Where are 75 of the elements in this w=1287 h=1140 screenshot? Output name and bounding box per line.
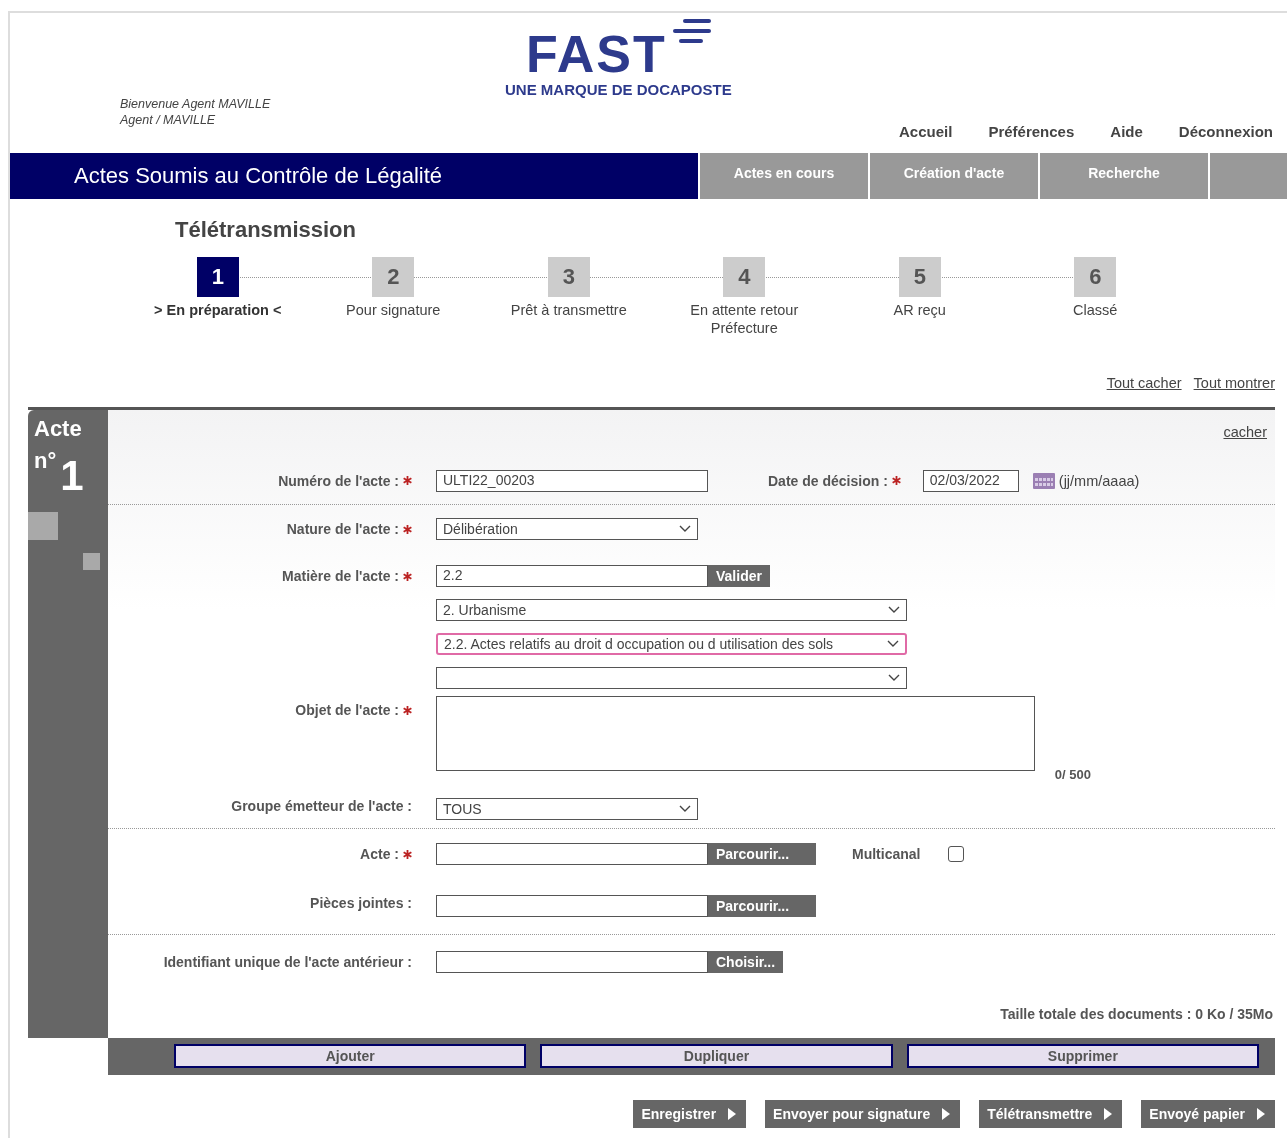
acte-number: 1 bbox=[60, 454, 84, 498]
nav-link[interactable]: Accueil bbox=[899, 123, 953, 140]
chevron-down-icon bbox=[888, 606, 900, 614]
step-label: En attente retour Préfecture bbox=[689, 301, 800, 337]
logo-tagline: UNE MARQUE DE DOCAPOSTE bbox=[505, 81, 732, 98]
chevron-down-icon bbox=[679, 525, 691, 533]
acte-heading: Acte bbox=[34, 416, 83, 442]
welcome-text: Agent / MAVILLE bbox=[120, 112, 217, 128]
dropdown[interactable]: Délibération bbox=[436, 518, 698, 540]
acte-number-prefix: n° bbox=[34, 448, 57, 474]
browse-button[interactable]: Choisir... bbox=[708, 951, 784, 973]
file-field[interactable] bbox=[436, 843, 708, 865]
footer-button[interactable]: Envoyé papier bbox=[1141, 1100, 1275, 1128]
field-label: Date de décision : bbox=[768, 472, 888, 489]
action-button[interactable]: Dupliquer bbox=[540, 1044, 893, 1068]
browse-button[interactable]: Parcourir... bbox=[708, 843, 816, 865]
chevron-down-icon bbox=[679, 805, 691, 813]
step-number: 5 bbox=[898, 257, 941, 297]
browse-button[interactable]: Parcourir... bbox=[708, 895, 816, 917]
character-counter: 0/ 500 bbox=[1054, 767, 1091, 782]
step-label: Pour signature bbox=[345, 301, 442, 319]
dropdown[interactable]: TOUS bbox=[436, 798, 698, 820]
toggle-link[interactable]: Tout cacher bbox=[1106, 375, 1182, 407]
footer-button[interactable]: Enregistrer bbox=[633, 1100, 747, 1128]
step-number: 3 bbox=[547, 257, 590, 297]
section-title: Télétransmission bbox=[175, 217, 356, 242]
chevron-down-icon bbox=[888, 674, 900, 682]
dropdown[interactable] bbox=[436, 667, 907, 689]
step-number: 6 bbox=[1074, 257, 1117, 297]
file-field[interactable] bbox=[436, 951, 708, 973]
dropdown[interactable]: 2.2. Actes relatifs au droit d occupation ou d utilisation des sols bbox=[436, 633, 907, 655]
nav-link[interactable]: Préférences bbox=[988, 123, 1075, 140]
step-number: 1 bbox=[196, 257, 239, 297]
date-field[interactable]: 02/03/2022 bbox=[922, 469, 1019, 492]
field-label: Matière de l'acte : bbox=[282, 568, 399, 584]
nav-link[interactable]: Aide bbox=[1110, 123, 1143, 140]
toggle-link[interactable]: Tout montrer bbox=[1193, 375, 1275, 407]
date-format-hint: (jj/mm/aaaa) bbox=[1058, 472, 1140, 489]
total-size-text: Taille totale des documents : 0 Ko / 35Mo bbox=[1000, 1006, 1273, 1024]
text-field[interactable]: ULTI22_00203 bbox=[436, 469, 708, 492]
nav-link[interactable]: Déconnexion bbox=[1178, 123, 1273, 140]
field-label: Nature de l'acte : bbox=[286, 521, 399, 537]
text-field[interactable]: 2.2 bbox=[436, 565, 708, 587]
play-triangle-icon bbox=[1104, 1108, 1113, 1120]
field-label: Numéro de l'acte : bbox=[278, 472, 399, 489]
play-triangle-icon bbox=[728, 1108, 737, 1120]
calendar-icon[interactable] bbox=[1032, 472, 1055, 489]
play-triangle-icon bbox=[1257, 1108, 1265, 1120]
checkbox-label: Multicanal bbox=[852, 846, 921, 862]
footer-button[interactable]: Envoyer pour signature bbox=[765, 1100, 961, 1128]
field-label: Objet de l'acte : bbox=[295, 702, 399, 718]
hide-link[interactable]: cacher bbox=[1223, 424, 1267, 440]
logo-wordmark: FAST bbox=[525, 25, 667, 83]
step-number: 2 bbox=[372, 257, 415, 297]
checkbox[interactable] bbox=[948, 846, 965, 862]
text-area[interactable] bbox=[436, 696, 1035, 771]
field-label: Pièces jointes : bbox=[310, 895, 412, 911]
chevron-down-icon bbox=[887, 640, 899, 648]
field-label: Identifiant unique de l'acte antérieur : bbox=[163, 954, 412, 970]
step-number: 4 bbox=[723, 257, 766, 297]
banner-title: Actes Soumis au Contrôle de Légalité bbox=[74, 163, 443, 189]
file-field[interactable] bbox=[436, 895, 708, 917]
step-label: Prêt à transmettre bbox=[509, 301, 628, 319]
play-triangle-icon bbox=[942, 1108, 951, 1120]
welcome-text: Bienvenue Agent MAVILLE bbox=[120, 96, 271, 112]
validate-button[interactable]: Valider bbox=[708, 565, 770, 587]
step-label: AR reçu bbox=[892, 301, 947, 319]
field-label: Groupe émetteur de l'acte : bbox=[231, 798, 412, 814]
field-label: Acte : bbox=[360, 846, 399, 862]
action-button[interactable]: Supprimer bbox=[906, 1044, 1259, 1068]
step-label: > En préparation < bbox=[153, 301, 283, 319]
action-button[interactable]: Ajouter bbox=[174, 1044, 527, 1068]
dropdown[interactable]: 2. Urbanisme bbox=[436, 599, 907, 621]
step-label: Classé bbox=[1072, 301, 1119, 319]
footer-button[interactable]: Télétransmettre bbox=[979, 1100, 1123, 1128]
